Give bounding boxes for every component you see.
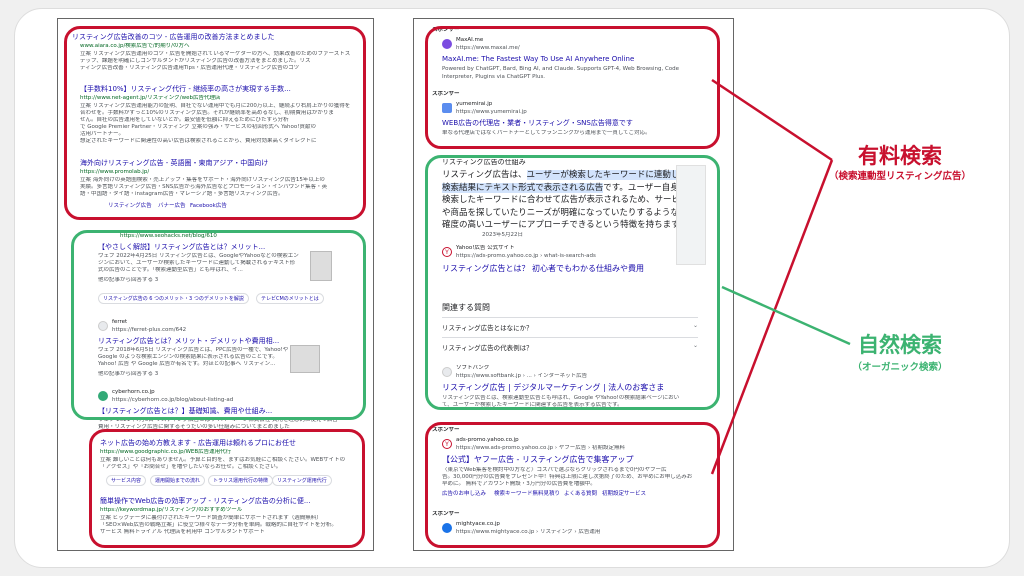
organic-subtitle: （オーガニック検索）	[852, 362, 948, 373]
paid-subtitle: （検索連動型リスティング広告）	[829, 171, 971, 182]
paid-title: 有料検索	[858, 144, 942, 168]
organic-connector	[721, 285, 851, 346]
paid-connector	[711, 78, 833, 162]
paid-connector	[710, 159, 834, 475]
organic-title: 自然検索	[858, 333, 942, 357]
connector-lines	[710, 78, 851, 475]
